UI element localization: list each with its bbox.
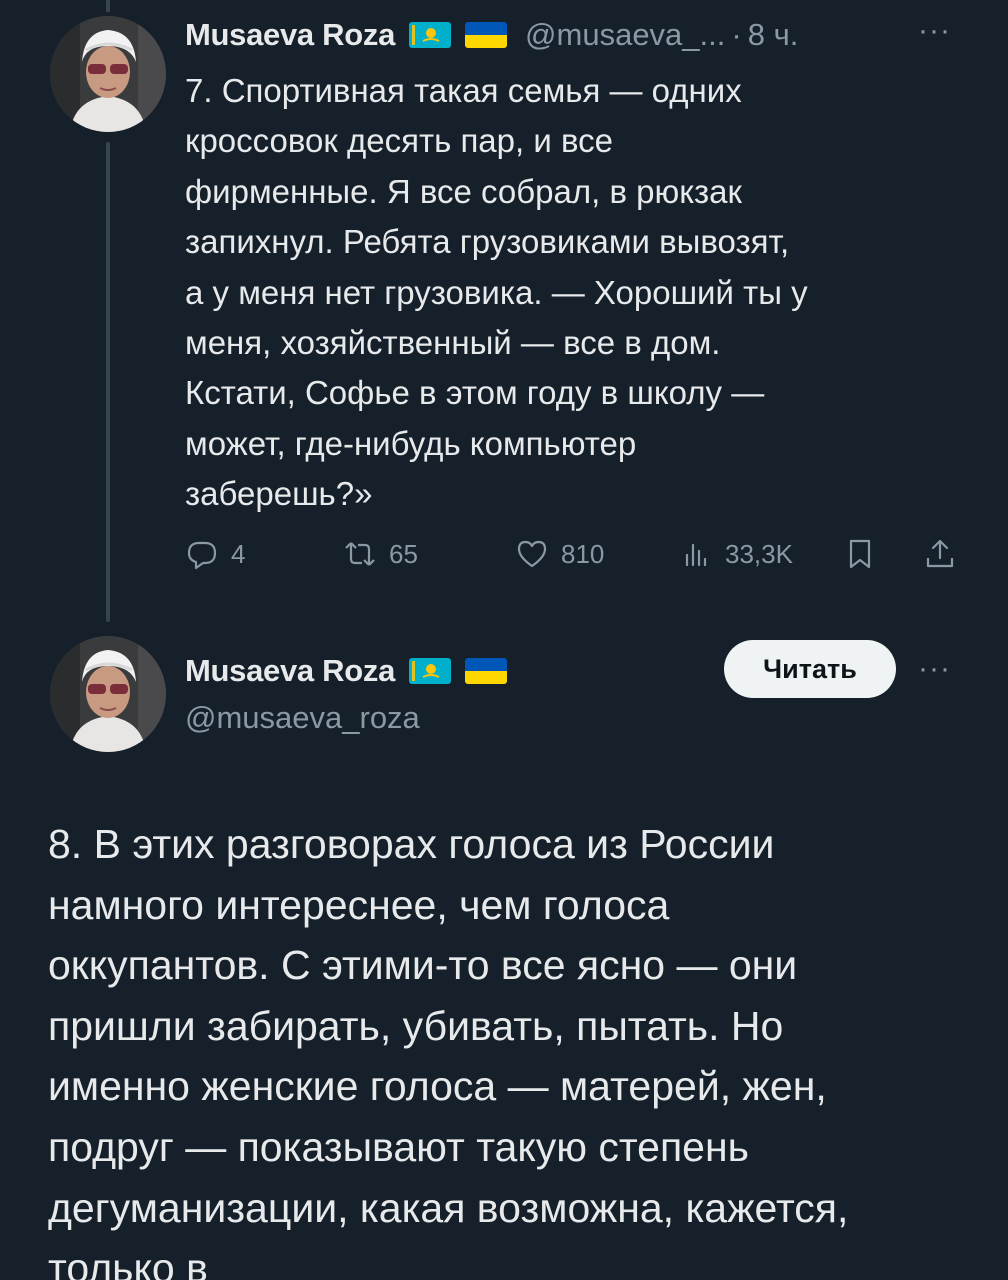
ukraine-flag-icon xyxy=(465,658,508,684)
kazakhstan-flag-icon xyxy=(409,658,452,684)
share-button[interactable] xyxy=(923,532,957,576)
author-name[interactable]: Musaeva Roza xyxy=(185,17,395,53)
bookmark-icon xyxy=(849,539,871,569)
kazakhstan-flag-icon xyxy=(409,22,452,48)
author-handle[interactable]: @musaeva_roza xyxy=(185,700,420,736)
retweet-icon xyxy=(345,542,375,566)
reply-icon xyxy=(187,541,217,570)
tweet-header: Musaeva Roza xyxy=(185,648,508,694)
heart-icon xyxy=(517,540,547,568)
tweet-text: 8. В этих разговорах голоса из России на… xyxy=(48,821,849,1280)
tweet-text: 7. Спортивная такая семья — одних кроссо… xyxy=(185,72,808,513)
timestamp[interactable]: 8 ч. xyxy=(748,17,799,53)
retweet-button[interactable]: 65 xyxy=(343,532,418,576)
reply-count: 4 xyxy=(231,538,246,569)
thread-connector-top xyxy=(106,0,110,12)
share-icon xyxy=(926,539,954,568)
tweet-header: Musaeva Roza @musaeva_... · 8 ч. xyxy=(185,12,975,58)
views-count: 33,3K xyxy=(725,538,793,569)
thread-connector xyxy=(106,142,110,622)
more-options-icon[interactable]: ··· xyxy=(918,652,951,686)
follow-button[interactable]: Читать xyxy=(724,640,896,698)
views-chart-icon xyxy=(685,543,707,567)
like-count: 810 xyxy=(561,538,605,569)
more-options-icon[interactable]: ··· xyxy=(918,14,951,48)
tweet-actions: 4 65 810 33,3K xyxy=(185,532,965,576)
bookmark-button[interactable] xyxy=(843,532,877,576)
tweet-thread: Musaeva Roza @musaeva_... · 8 ч. ··· 7. … xyxy=(0,0,1008,1280)
author-name[interactable]: Musaeva Roza xyxy=(185,653,395,689)
like-button[interactable]: 810 xyxy=(515,532,604,576)
views-button[interactable]: 33,3K xyxy=(679,532,793,576)
retweet-count: 65 xyxy=(389,538,418,569)
reply-button[interactable]: 4 xyxy=(185,532,245,576)
author-handle[interactable]: @musaeva_... xyxy=(525,17,725,53)
avatar[interactable] xyxy=(50,16,166,132)
separator: · xyxy=(731,17,742,52)
avatar[interactable] xyxy=(50,636,166,752)
ukraine-flag-icon xyxy=(465,22,508,48)
